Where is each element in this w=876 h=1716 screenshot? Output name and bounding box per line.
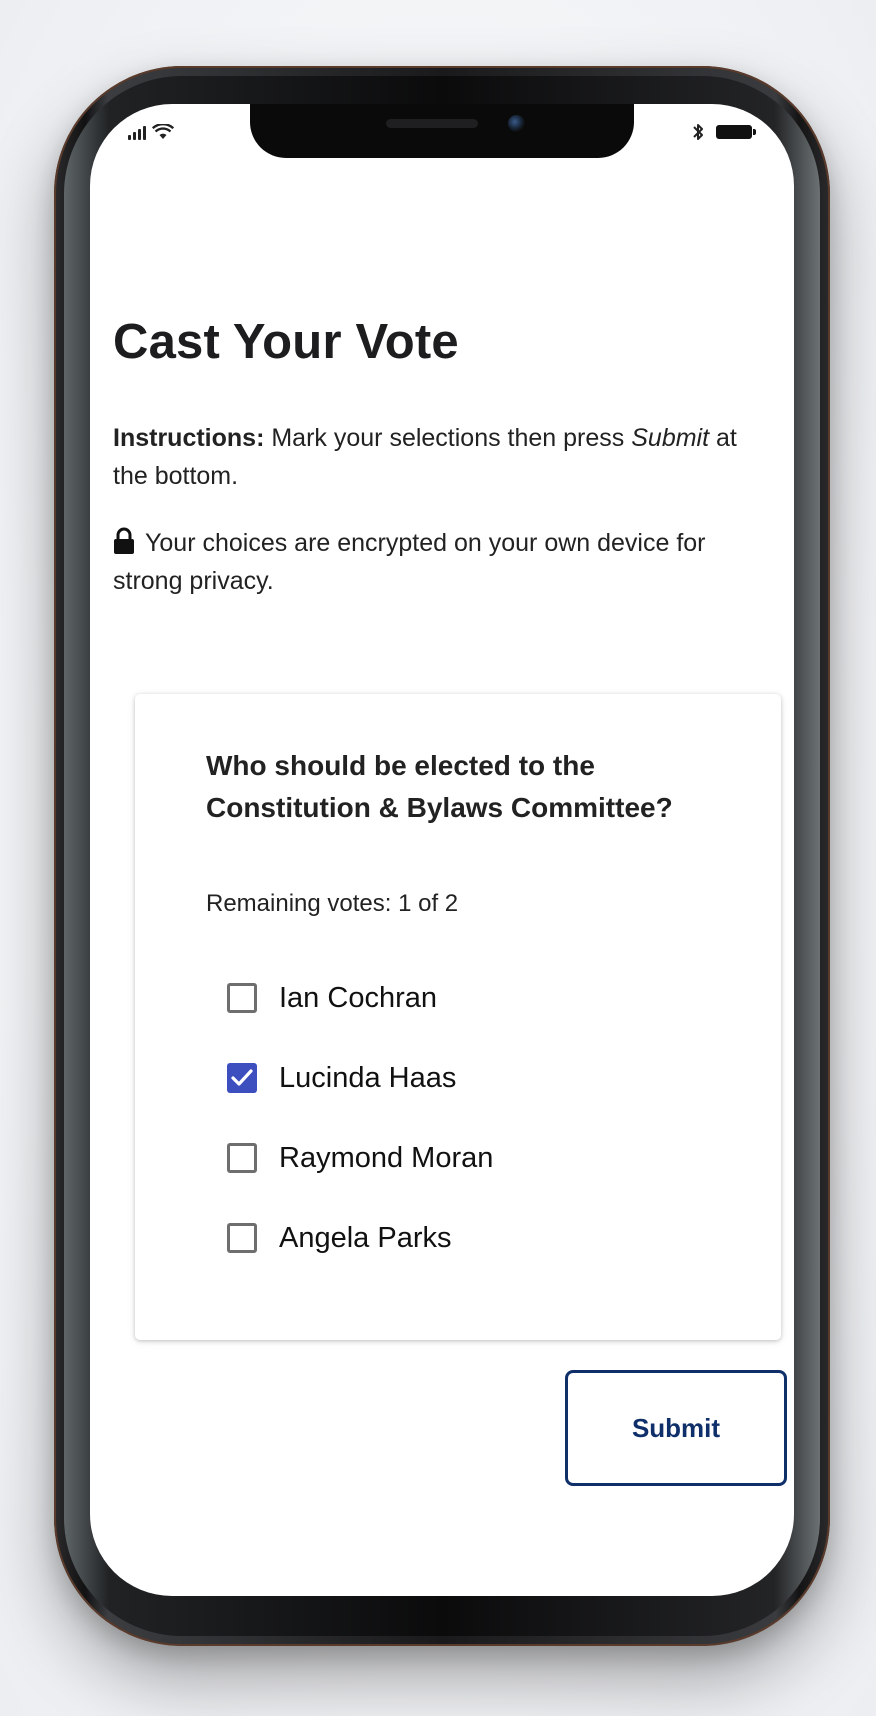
speaker-grille bbox=[386, 119, 478, 128]
candidate-label: Angela Parks bbox=[279, 1221, 452, 1254]
candidate-option-ian-cochran[interactable]: Ian Cochran bbox=[227, 958, 493, 1038]
candidate-label: Raymond Moran bbox=[279, 1141, 494, 1174]
phone-screen: Cast Your Vote Instructions: Mark your s… bbox=[90, 104, 794, 1596]
instructions: Instructions: Mark your selections then … bbox=[113, 419, 763, 495]
status-bar-right bbox=[692, 122, 756, 142]
candidate-label: Ian Cochran bbox=[279, 981, 437, 1014]
phone-notch bbox=[250, 104, 634, 158]
status-bar-left bbox=[128, 124, 174, 140]
candidate-option-lucinda-haas[interactable]: Lucinda Haas bbox=[227, 1038, 493, 1118]
submit-button[interactable]: Submit bbox=[565, 1370, 787, 1486]
checkbox[interactable] bbox=[227, 1063, 257, 1093]
checkbox[interactable] bbox=[227, 983, 257, 1013]
instructions-label: Instructions: bbox=[113, 424, 265, 452]
checkmark-icon bbox=[231, 1069, 253, 1086]
phone-frame: Cast Your Vote Instructions: Mark your s… bbox=[54, 66, 830, 1646]
instructions-text-1: Mark your selections then press bbox=[271, 424, 625, 452]
wifi-icon bbox=[152, 124, 174, 139]
contest-question: Who should be elected to the Constitutio… bbox=[206, 750, 673, 823]
instructions-submit-word: Submit bbox=[631, 424, 710, 452]
lock-icon bbox=[114, 527, 134, 554]
front-camera bbox=[508, 115, 525, 132]
cellular-signal-icon bbox=[128, 126, 146, 140]
candidate-option-angela-parks[interactable]: Angela Parks bbox=[227, 1198, 493, 1278]
checkbox[interactable] bbox=[227, 1223, 257, 1253]
checkbox[interactable] bbox=[227, 1143, 257, 1173]
bluetooth-icon bbox=[693, 124, 703, 140]
privacy-notice: Your choices are encrypted on your own d… bbox=[113, 524, 773, 600]
candidate-list: Ian Cochran Lucinda Haas Raymond Moran A… bbox=[227, 958, 493, 1278]
candidate-option-raymond-moran[interactable]: Raymond Moran bbox=[227, 1118, 493, 1198]
candidate-label: Lucinda Haas bbox=[279, 1061, 457, 1094]
remaining-votes: Remaining votes: 1 of 2 bbox=[206, 890, 459, 917]
battery-icon bbox=[716, 125, 756, 139]
page-title: Cast Your Vote bbox=[113, 315, 459, 369]
contest-card: Who should be elected to the Constitutio… bbox=[135, 694, 781, 1340]
privacy-text: Your choices are encrypted on your own d… bbox=[113, 529, 706, 595]
